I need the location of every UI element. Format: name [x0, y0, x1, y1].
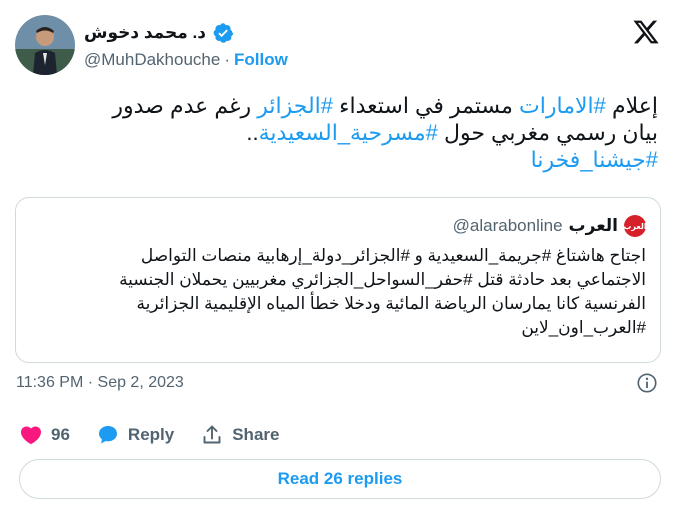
hashtag-link[interactable]: #جيشنا_فخرنا	[531, 147, 658, 172]
quote-line: #العرب_اون_لاين	[521, 318, 646, 337]
quote-author-handle: @alarabonline	[452, 216, 563, 235]
author-name-line: د. محمد دخوش	[84, 20, 234, 46]
share-label: Share	[232, 425, 280, 444]
tweet-card: د. محمد دخوش @MuhDakhouche · Follow إعلا…	[0, 0, 680, 517]
hashtag-link[interactable]: #الامارات	[519, 93, 606, 118]
quote-line: الفرنسية كانا يمارسان الرياضة المائية ود…	[136, 294, 646, 313]
tweet-timestamp[interactable]: 11:36 PM · Sep 2, 2023	[16, 374, 184, 392]
quoted-tweet[interactable]: العرب العرب @alarabonline اجتاح هاشتاغ #…	[15, 197, 661, 363]
like-button[interactable]: 96	[19, 423, 70, 447]
avatar[interactable]	[15, 15, 75, 75]
reply-label: Reply	[127, 425, 175, 444]
info-icon[interactable]	[636, 372, 658, 394]
text-segment: إعلام	[605, 93, 658, 118]
heart-icon	[20, 426, 42, 445]
author-handle[interactable]: @MuhDakhouche	[84, 50, 220, 70]
tweet-line-3: #جيشنا_فخرنا	[18, 146, 658, 173]
tweet-line-1: إعلام #الامارات مستمر في استعداء #الجزائ…	[18, 92, 658, 119]
quote-line: الاجتماعي بعد حادثة قتل #حفر_السواحل_الج…	[119, 270, 646, 289]
quote-author-name: العرب	[568, 216, 618, 235]
text-segment: ..	[246, 120, 259, 145]
text-segment: مستمر في استعداء	[333, 93, 520, 118]
author-handle-line: @MuhDakhouche · Follow	[84, 50, 288, 70]
read-replies-button[interactable]: Read 26 replies	[19, 459, 661, 499]
tweet-text: إعلام #الامارات مستمر في استعداء #الجزائ…	[18, 92, 658, 173]
like-count: 96	[51, 425, 70, 444]
hashtag-link[interactable]: #مسرحية_السعيدية	[259, 120, 438, 145]
x-logo-icon[interactable]	[632, 18, 660, 46]
author-name[interactable]: د. محمد دخوش	[84, 23, 206, 43]
follow-button[interactable]: Follow	[234, 50, 288, 70]
tweet-actions: 96 Reply Share	[19, 420, 305, 450]
verified-badge-icon	[212, 22, 234, 44]
reply-icon	[98, 426, 117, 444]
separator-dot: ·	[224, 50, 231, 69]
share-button[interactable]: Share	[200, 423, 279, 447]
share-icon	[203, 425, 221, 444]
reply-button[interactable]: Reply	[96, 423, 174, 447]
hashtag-link[interactable]: #الجزائر	[257, 93, 333, 118]
quote-text: اجتاح هاشتاغ #جريمة_السعيدية و #الجزائر_…	[28, 244, 646, 340]
tweet-line-2: بيان رسمي مغربي حول #مسرحية_السعيدية..	[18, 119, 658, 146]
quote-header: العرب العرب @alarabonline	[452, 215, 647, 237]
quote-line: اجتاح هاشتاغ #جريمة_السعيدية و #الجزائر_…	[140, 246, 646, 265]
text-segment: بيان رسمي مغربي حول	[437, 120, 658, 145]
quote-avatar[interactable]: العرب	[623, 215, 647, 237]
text-segment: رغم عدم صدور	[112, 93, 258, 118]
